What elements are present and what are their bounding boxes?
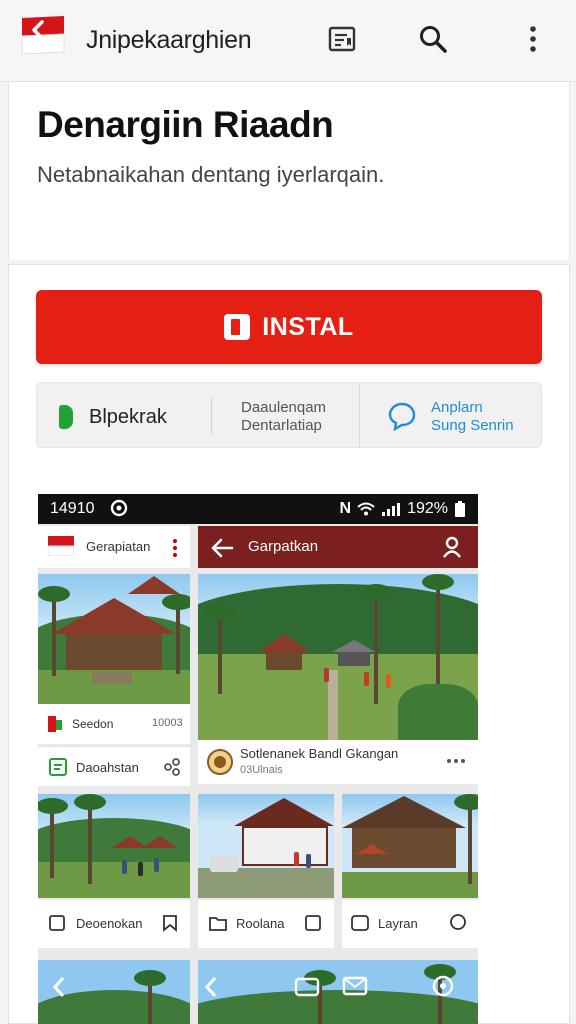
- card5-caption: Layran: [378, 916, 418, 931]
- chat-bubble-icon: [387, 401, 417, 436]
- house-street-photo[interactable]: [198, 794, 334, 898]
- card5-footer[interactable]: Layran: [342, 900, 478, 948]
- info-mid-line2: Dentarlatiap: [241, 417, 322, 434]
- battery-icon: [455, 501, 465, 517]
- flag-icon: [48, 536, 74, 556]
- card4-caption: Roolana: [236, 916, 285, 931]
- profile-icon[interactable]: [442, 536, 462, 558]
- back-flag-icon[interactable]: [20, 14, 68, 58]
- install-button[interactable]: INSTAL: [36, 290, 542, 364]
- chevron-left-icon[interactable]: [204, 976, 218, 998]
- status-bar: 14910 N 192%: [38, 494, 478, 524]
- app-bar-title: Jnipekaarghien: [86, 26, 252, 54]
- chat-icon[interactable]: [448, 912, 468, 932]
- flag-icon: [48, 716, 62, 732]
- nfc-icon: N: [339, 500, 352, 517]
- more-horizontal-icon[interactable]: [446, 758, 466, 764]
- divider: [359, 383, 360, 447]
- card3-footer[interactable]: Deoenokan: [38, 900, 190, 948]
- signal-icon: [382, 503, 401, 516]
- document-icon: [49, 915, 65, 931]
- share-icon[interactable]: [162, 757, 182, 777]
- install-icon: [224, 314, 251, 340]
- chevron-left-icon[interactable]: [52, 976, 66, 998]
- card2-caption: Sotlenanek Bandl Gkangan: [240, 746, 399, 761]
- bookmark-icon[interactable]: [162, 914, 178, 932]
- app-header: Denargiin Riaadn Netabnaikahan dentang i…: [8, 82, 570, 260]
- bookmark-list-icon[interactable]: [325, 22, 359, 56]
- mail-icon[interactable]: [342, 976, 368, 996]
- card2-subtitle: 03Ulnais: [240, 764, 283, 776]
- info-right-link[interactable]: Anplarn Sung Senrin: [431, 399, 514, 435]
- village-photo[interactable]: [198, 574, 478, 740]
- install-label: INSTAL: [262, 312, 354, 341]
- document-icon: [49, 758, 67, 776]
- info-right-line1: Anplarn: [431, 399, 483, 416]
- partial-photo-left[interactable]: [38, 960, 190, 1024]
- back-arrow-icon[interactable]: [210, 538, 234, 558]
- house-photo[interactable]: [38, 574, 190, 704]
- right-pane-title: Garpatkan: [248, 538, 319, 555]
- info-strip: Blpekrak Daaulenqam Dentarlatiap Anplarn…: [36, 382, 542, 448]
- image-icon[interactable]: [294, 976, 320, 998]
- info-left-label[interactable]: Blpekrak: [89, 406, 167, 429]
- card3-caption: Deoenokan: [76, 916, 143, 931]
- app-name: Denargiin Riaadn: [37, 104, 334, 145]
- notification-icon: [110, 499, 128, 522]
- stilt-house-photo[interactable]: [342, 794, 478, 898]
- card1-footer: Seedon 10003: [38, 704, 190, 744]
- info-mid-line1: Daaulenqam: [241, 399, 327, 416]
- status-indicators: N 192%: [340, 500, 466, 518]
- more-options-icon[interactable]: [172, 538, 178, 558]
- street-photo[interactable]: [38, 794, 190, 898]
- card4-footer[interactable]: Roolana: [198, 900, 334, 948]
- left-pane-header: Gerapiatan: [38, 526, 190, 568]
- card1-number: 10003: [152, 717, 183, 729]
- gallery-icon: [351, 915, 369, 931]
- card2-footer[interactable]: Sotlenanek Bandl Gkangan 03Ulnais: [198, 740, 478, 784]
- card1-action-label: Daoahstan: [76, 760, 139, 775]
- partial-photo-right[interactable]: [198, 960, 478, 1024]
- status-time: 14910: [50, 500, 95, 517]
- edit-icon[interactable]: [304, 914, 322, 932]
- battery-percent: 192%: [407, 500, 448, 517]
- more-options-icon[interactable]: [516, 22, 550, 56]
- info-mid-text: Daaulenqam Dentarlatiap: [241, 399, 326, 435]
- folder-icon: [209, 917, 227, 931]
- rating-badge-icon: [59, 405, 73, 429]
- info-right-line2: Sung Senrin: [431, 417, 514, 434]
- card1-caption: Seedon: [72, 717, 114, 731]
- camera-icon[interactable]: [430, 974, 456, 998]
- app-description: Netabnaikahan dentang iyerlarqain.: [37, 162, 385, 187]
- wifi-icon: [357, 502, 375, 516]
- screenshot-preview[interactable]: 14910 N 192% Gerapiatan Garpatkan Seedon…: [38, 494, 478, 1024]
- card1-action-row[interactable]: Daoahstan: [38, 746, 190, 786]
- divider: [211, 398, 212, 434]
- top-app-bar: Jnipekaarghien: [0, 0, 576, 82]
- left-pane-title: Gerapiatan: [86, 539, 151, 554]
- badge-icon: [207, 749, 233, 775]
- app-store-page: Jnipekaarghien Denargiin Riaadn Netabnai…: [0, 0, 576, 1024]
- search-icon[interactable]: [416, 22, 450, 56]
- right-pane-header: Garpatkan: [198, 526, 478, 568]
